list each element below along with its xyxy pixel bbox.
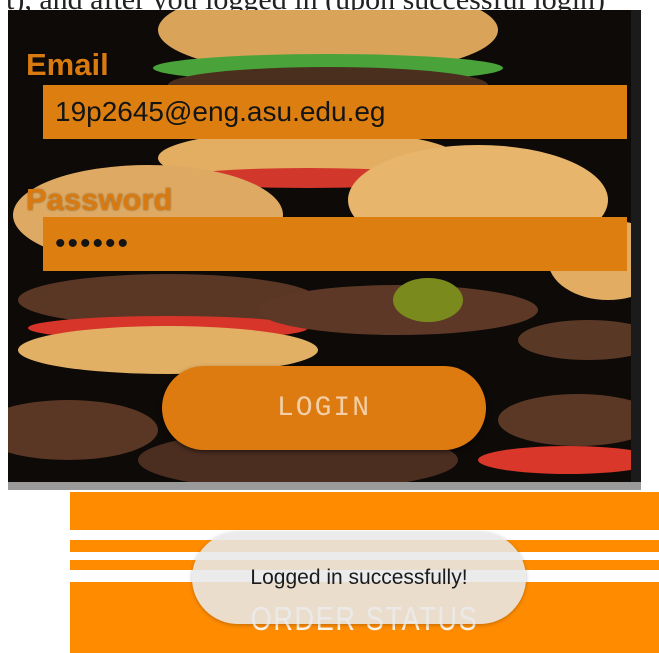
screen-bottom-edge [8, 482, 641, 490]
login-button[interactable]: LOGIN [162, 366, 486, 450]
password-field[interactable]: •••••• [43, 217, 627, 271]
success-toast: Logged in successfully! [192, 532, 526, 624]
screen-edge [631, 10, 641, 490]
email-field[interactable]: 19p2645@eng.asu.edu.eg [43, 85, 627, 139]
password-label: Password [26, 182, 173, 217]
login-screen: Email 19p2645@eng.asu.edu.eg Password ••… [8, 10, 641, 490]
email-label: Email [26, 47, 109, 82]
